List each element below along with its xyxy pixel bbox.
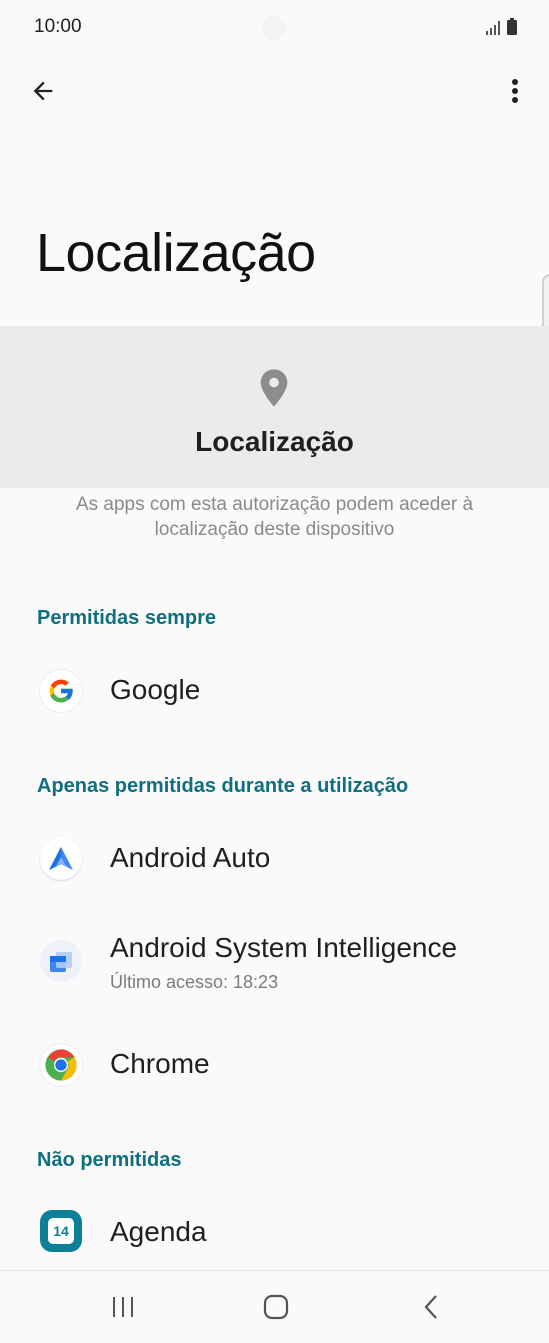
google-icon	[40, 670, 82, 712]
calendar-icon: 14	[40, 1210, 82, 1252]
app-row-chrome[interactable]: Chrome	[0, 1020, 549, 1110]
more-vert-icon	[512, 79, 518, 103]
more-options-button[interactable]	[498, 72, 532, 110]
section-header-always: Permitidas sempre	[37, 607, 216, 629]
section-header-denied: Não permitidas	[37, 1149, 182, 1171]
recents-icon	[113, 1297, 133, 1317]
app-last-access: Último acesso: 18:23	[110, 972, 279, 992]
nav-back-icon	[424, 1295, 437, 1319]
chrome-icon	[40, 1044, 82, 1086]
calendar-date: 14	[48, 1218, 74, 1244]
app-row-agenda[interactable]: 14 Agenda	[0, 1188, 549, 1278]
app-name: Chrome	[110, 1048, 210, 1079]
signal-icon	[486, 21, 500, 35]
android-auto-icon	[40, 838, 82, 880]
battery-icon	[507, 18, 517, 35]
app-name: Android Auto	[110, 842, 271, 873]
status-icons	[486, 18, 517, 35]
permission-description: As apps com esta autorização podem acede…	[75, 494, 474, 540]
navigation-bar	[0, 1270, 549, 1343]
back-button[interactable]	[24, 72, 62, 110]
home-icon	[263, 1294, 289, 1320]
location-pin-icon	[258, 368, 290, 413]
app-row-android-auto[interactable]: Android Auto	[0, 814, 549, 904]
app-name: Android System Intelligence	[110, 932, 458, 963]
status-time: 10:00	[34, 16, 82, 37]
app-name: Agenda	[110, 1216, 207, 1247]
page-title: Localização	[36, 223, 316, 283]
app-row-google[interactable]: Google	[0, 646, 549, 736]
app-row-android-system-intelligence[interactable]: Android System Intelligence Último acess…	[0, 914, 549, 1004]
recents-button[interactable]	[95, 1289, 151, 1325]
android-system-intelligence-icon	[40, 940, 82, 982]
camera-cutout	[262, 16, 286, 40]
section-header-while-using: Apenas permitidas durante a utilização	[37, 775, 409, 797]
home-button[interactable]	[248, 1289, 304, 1325]
nav-back-button[interactable]	[403, 1289, 459, 1325]
app-name: Google	[110, 674, 201, 705]
permission-title: Localização	[195, 426, 354, 457]
arrow-back-icon	[33, 81, 53, 101]
